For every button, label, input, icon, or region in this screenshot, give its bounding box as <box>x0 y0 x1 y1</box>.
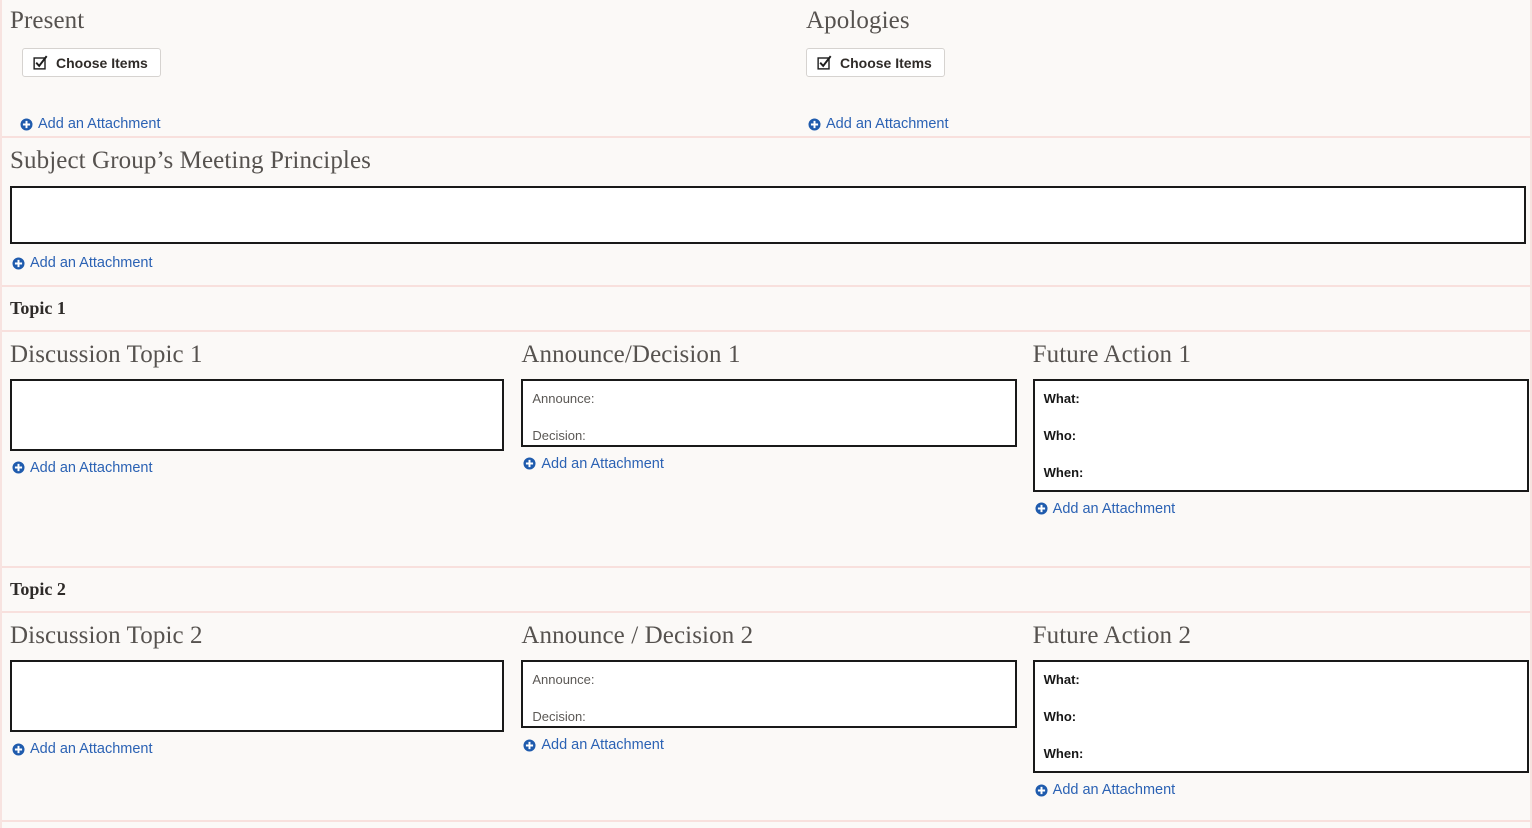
meeting-principles-add-attachment-label: Add an Attachment <box>30 254 153 271</box>
present-attachment-wrap: Add an Attachment <box>10 117 782 136</box>
present-choose-items-button[interactable]: Choose Items <box>22 48 161 77</box>
topic-1-future-action-richtext[interactable]: What: Who: When: <box>1032 378 1529 492</box>
topic-2-label: Topic 2 <box>10 579 66 600</box>
plus-circle-icon <box>12 743 25 756</box>
topic-2-announce-attachment-wrap: Add an Attachment <box>521 738 1024 757</box>
meeting-minutes-form: Present Choose Items Add an Attachment A… <box>0 0 1532 828</box>
present-choose-items-label: Choose Items <box>56 54 148 71</box>
topic-1-announce-heading: Announce/Decision 1 <box>521 340 741 368</box>
apologies-button-wrap: Choose Items <box>806 48 1522 77</box>
topic-1-announce-attachment-wrap: Add an Attachment <box>521 455 1024 476</box>
topic-2-future-action-add-attachment-label: Add an Attachment <box>1052 782 1176 799</box>
topic-2-announce-column: Announce / Decision 2 Announce: Decision… <box>511 613 1024 802</box>
meeting-principles-textarea[interactable] <box>10 185 1526 244</box>
topic-2-discussion-column: Discussion Topic 2 Add an Attachment <box>2 613 511 802</box>
present-add-attachment-label: Add an Attachment <box>38 116 161 132</box>
plus-circle-icon <box>12 461 25 474</box>
topic-1-future-action-heading: Future Action 1 <box>1032 340 1192 368</box>
topic-2-future-action-column: Future Action 2 What: Who: When: Add an … <box>1025 613 1530 802</box>
topic-1-discussion-textarea[interactable] <box>10 378 504 451</box>
attendance-section: Present Choose Items Add an Attachment A… <box>2 0 1530 136</box>
topic-2-announce-add-attachment-link[interactable]: Add an Attachment <box>523 738 664 753</box>
announce-line: Announce: <box>532 390 595 406</box>
topic-1-announce-column: Announce/Decision 1 Announce: Decision: … <box>511 332 1024 521</box>
meeting-principles-add-attachment-link[interactable]: Add an Attachment <box>12 256 153 271</box>
apologies-add-attachment-label: Add an Attachment <box>826 116 949 132</box>
plus-circle-icon <box>20 118 33 131</box>
topic-2-bar: Topic 2 <box>2 568 1530 611</box>
topic-2-discussion-textarea[interactable] <box>10 660 504 733</box>
decision-line: Decision: <box>532 427 586 443</box>
plus-circle-icon <box>12 256 25 270</box>
present-heading: Present <box>10 7 85 34</box>
section-separator <box>2 820 1530 822</box>
topic-1-discussion-attachment-wrap: Add an Attachment <box>10 459 511 480</box>
topic-2-discussion-attachment-wrap: Add an Attachment <box>10 742 511 761</box>
present-add-attachment-link[interactable]: Add an Attachment <box>20 117 161 132</box>
when-line: When: <box>1043 746 1084 762</box>
what-line: What: <box>1043 672 1080 688</box>
decision-line: Decision: <box>532 709 586 725</box>
plus-circle-icon <box>1035 502 1048 515</box>
when-line: When: <box>1043 464 1084 480</box>
topic-1-discussion-box-wrap <box>10 378 504 451</box>
topic-1-announce-add-attachment-link[interactable]: Add an Attachment <box>523 455 664 472</box>
meeting-principles-heading: Subject Group’s Meeting Principles <box>10 146 371 174</box>
topic-2-announce-richtext[interactable]: Announce: Decision: <box>521 660 1018 729</box>
checkbox-checked-icon <box>33 55 48 70</box>
plus-circle-icon <box>523 739 536 752</box>
topic-1-announce-box-wrap: Announce: Decision: <box>521 378 1018 447</box>
apologies-add-attachment-link[interactable]: Add an Attachment <box>808 117 949 132</box>
topic-1-future-action-column: Future Action 1 What: Who: When: Add an … <box>1025 332 1530 521</box>
plus-circle-icon <box>523 457 536 470</box>
topic-2-discussion-heading: Discussion Topic 2 <box>10 622 203 650</box>
plus-circle-icon <box>1035 784 1048 797</box>
apologies-column: Apologies Choose Items Add an Attachment <box>782 0 1522 136</box>
topic-2-announce-heading: Announce / Decision 2 <box>521 622 754 650</box>
topic-1-discussion-add-attachment-link[interactable]: Add an Attachment <box>12 459 153 476</box>
topic-2-content: Discussion Topic 2 Add an Attachment Ann <box>2 613 1530 820</box>
topic-1-announce-richtext[interactable]: Announce: Decision: <box>521 378 1018 447</box>
present-button-wrap: Choose Items <box>10 48 782 77</box>
topic-2-future-action-attachment-wrap: Add an Attachment <box>1033 783 1530 802</box>
topic-2-announce-box-wrap: Announce: Decision: <box>521 660 1018 729</box>
who-line: Who: <box>1043 709 1077 725</box>
topic-1-discussion-add-attachment-label: Add an Attachment <box>30 459 153 476</box>
meeting-principles-attachment-wrap: Add an Attachment <box>10 256 1530 275</box>
present-column: Present Choose Items Add an Attachment <box>2 0 782 136</box>
topic-2-discussion-box-wrap <box>10 660 504 733</box>
topic-1-announce-add-attachment-label: Add an Attachment <box>541 455 664 472</box>
apologies-heading: Apologies <box>806 7 910 34</box>
topic-1-content: Discussion Topic 1 Add an Attachment Ann <box>2 332 1530 567</box>
topic-1-future-action-add-attachment-link[interactable]: Add an Attachment <box>1035 500 1176 517</box>
topic-1-discussion-heading: Discussion Topic 1 <box>10 340 203 368</box>
topic-1-label: Topic 1 <box>10 297 66 318</box>
apologies-choose-items-button[interactable]: Choose Items <box>806 48 945 77</box>
topic-2-future-action-heading: Future Action 2 <box>1032 622 1192 650</box>
announce-line: Announce: <box>532 672 595 688</box>
topic-2-discussion-add-attachment-label: Add an Attachment <box>30 741 153 758</box>
topic-1-future-action-box-wrap: What: Who: When: <box>1032 378 1529 492</box>
plus-circle-icon <box>808 118 821 131</box>
what-line: What: <box>1043 390 1080 406</box>
topic-2-future-action-richtext[interactable]: What: Who: When: <box>1032 660 1529 774</box>
topic-2-future-action-add-attachment-link[interactable]: Add an Attachment <box>1035 782 1176 799</box>
apologies-attachment-wrap: Add an Attachment <box>806 117 1522 136</box>
topic-1-future-action-attachment-wrap: Add an Attachment <box>1033 500 1530 521</box>
meeting-principles-section: Subject Group’s Meeting Principles Add a… <box>2 138 1530 285</box>
topic-2-future-action-box-wrap: What: Who: When: <box>1032 660 1529 774</box>
meeting-principles-box-wrap <box>10 185 1526 244</box>
topic-1-discussion-column: Discussion Topic 1 Add an Attachment <box>2 332 511 521</box>
apologies-choose-items-label: Choose Items <box>840 54 932 71</box>
who-line: Who: <box>1043 427 1077 443</box>
topic-1-bar: Topic 1 <box>2 287 1530 330</box>
topic-1-future-action-add-attachment-label: Add an Attachment <box>1052 500 1176 517</box>
checkbox-checked-icon <box>817 55 832 70</box>
topic-2-discussion-add-attachment-link[interactable]: Add an Attachment <box>12 742 153 757</box>
topic-2-announce-add-attachment-label: Add an Attachment <box>541 737 664 754</box>
